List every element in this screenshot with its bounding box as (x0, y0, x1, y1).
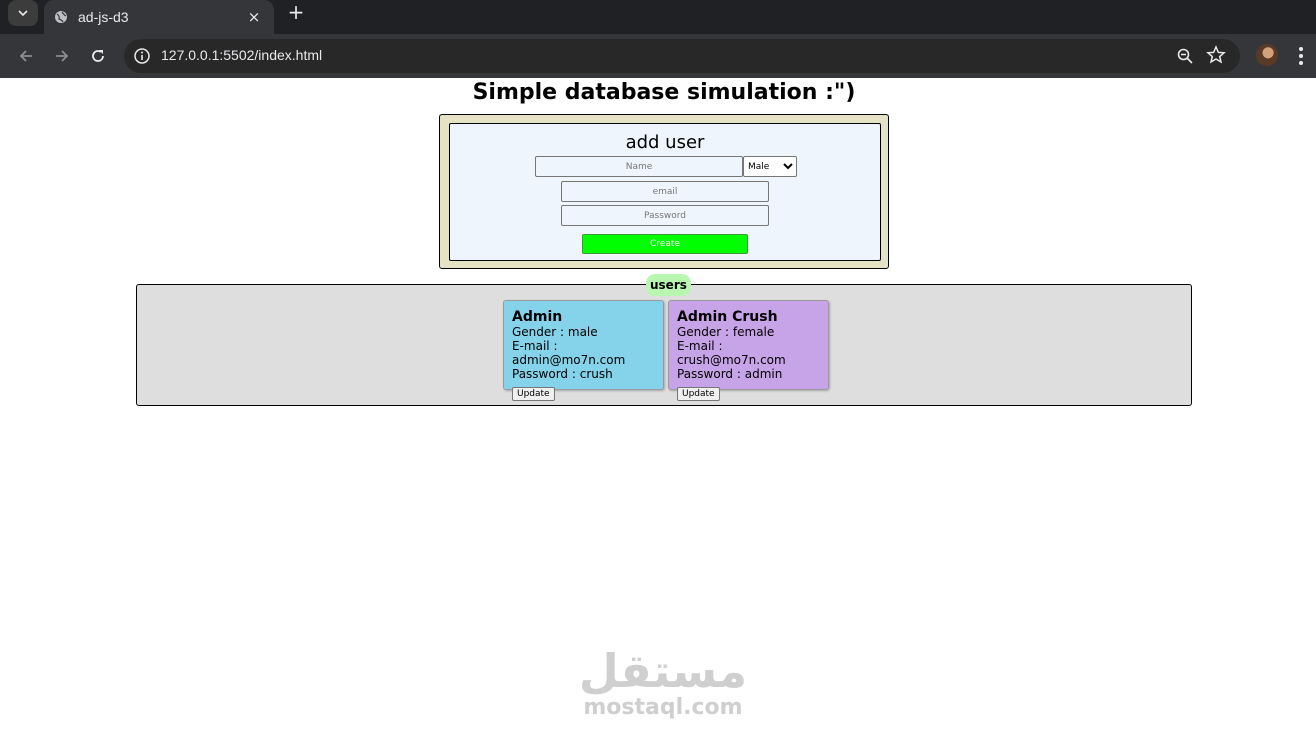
arrow-left-icon (19, 50, 32, 62)
user-gender: Gender : male (512, 325, 598, 339)
close-icon[interactable]: × (244, 8, 264, 26)
user-email: E-mail : crush@mo7n.com (677, 339, 786, 367)
user-name: Admin Crush (677, 309, 778, 325)
page-title: Simple database simulation :") (472, 80, 856, 105)
tab-bar: ad-js-d3 × + (0, 0, 1316, 34)
address-bar[interactable]: 127.0.0.1:5502/index.html (124, 39, 1240, 73)
create-button[interactable]: Create (582, 234, 748, 254)
zoom-icon[interactable] (1176, 47, 1194, 65)
user-card: Admin Crush Gender : female E-mail : cru… (668, 300, 829, 401)
tab-title: ad-js-d3 (78, 9, 129, 25)
tab-search-button[interactable] (8, 0, 38, 26)
url-text[interactable]: 127.0.0.1:5502/index.html (161, 47, 322, 63)
users-list: users Admin Gender : male E-mail : admin… (136, 274, 1192, 406)
add-user-form: add user Male Create (449, 123, 881, 261)
watermark-latin: mostaql.com (583, 695, 743, 720)
browser-menu-icon[interactable] (1294, 44, 1308, 68)
form-heading: add user (625, 132, 705, 153)
name-input[interactable] (535, 156, 743, 177)
bookmark-star-icon[interactable] (1206, 45, 1226, 65)
user-password: Password : crush (512, 367, 613, 381)
gender-select[interactable]: Male (743, 156, 797, 177)
watermark-arabic: مستقل (578, 644, 748, 698)
arrow-right-icon (56, 50, 69, 62)
mostaql-watermark: مستقل mostaql.com (578, 646, 748, 720)
forward-button[interactable] (48, 42, 76, 70)
globe-icon (55, 11, 67, 23)
users-legend: users (646, 274, 691, 296)
site-info-icon[interactable] (133, 47, 151, 65)
browser-chrome: ad-js-d3 × + 127.0.0.1:5502/index.html (0, 0, 1316, 78)
user-card: Admin Gender : male E-mail : admin@mo7n.… (503, 300, 664, 401)
profile-avatar[interactable] (1256, 44, 1278, 66)
browser-toolbar: 127.0.0.1:5502/index.html (0, 34, 1316, 78)
tab-active[interactable]: ad-js-d3 × (44, 0, 274, 34)
chevron-down-icon (18, 10, 28, 17)
page-content: Simple database simulation :") add user … (4, 78, 1316, 732)
user-password: Password : admin (677, 367, 783, 381)
new-tab-button[interactable]: + (284, 1, 308, 25)
user-gender: Gender : female (677, 325, 775, 339)
reload-button[interactable] (84, 42, 112, 70)
add-user-panel: add user Male Create (439, 114, 889, 269)
user-name: Admin (512, 309, 563, 325)
update-button[interactable]: Update (512, 387, 555, 401)
reload-icon (92, 50, 104, 62)
email-input[interactable] (561, 181, 769, 202)
back-button[interactable] (12, 42, 40, 70)
password-input[interactable] (561, 205, 769, 226)
user-email: E-mail : admin@mo7n.com (512, 339, 626, 367)
update-button[interactable]: Update (677, 387, 720, 401)
